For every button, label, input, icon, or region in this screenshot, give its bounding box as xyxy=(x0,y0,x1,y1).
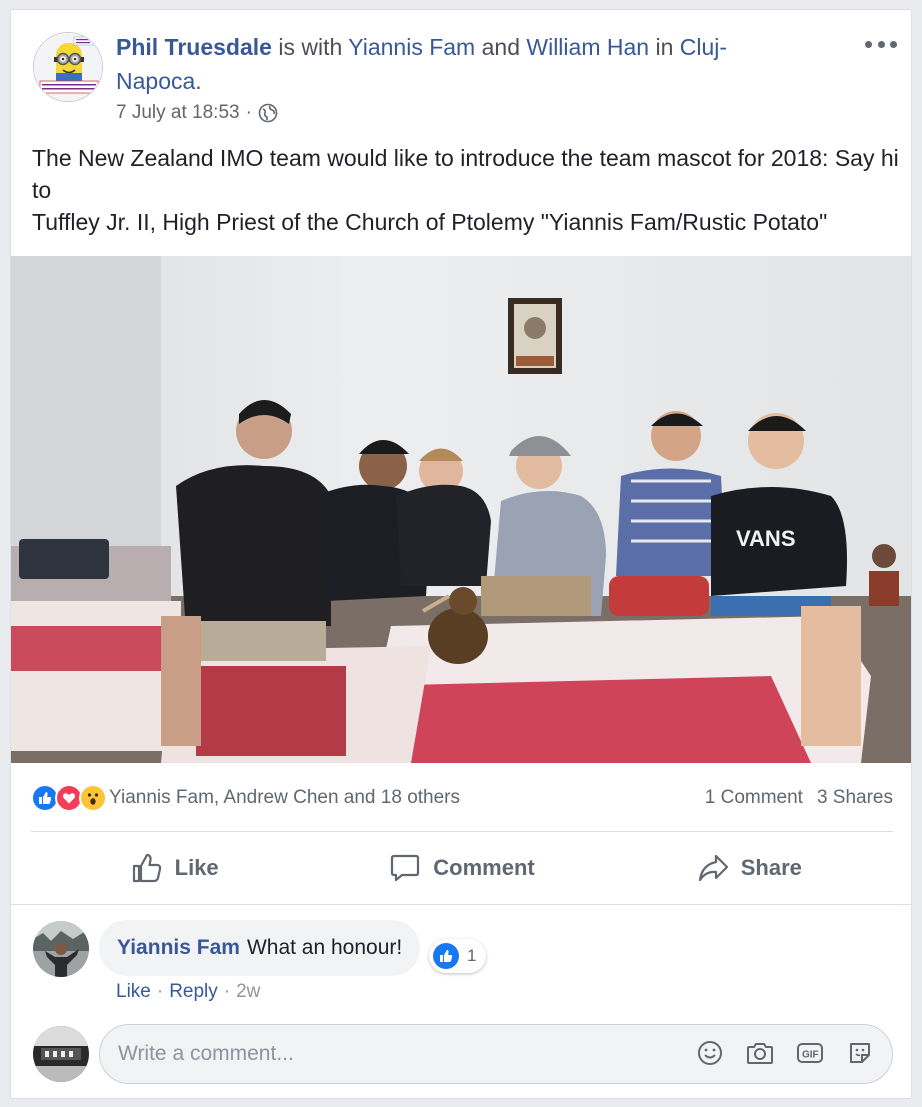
sticker-icon[interactable] xyxy=(846,1039,874,1067)
svg-text:GIF: GIF xyxy=(802,1050,819,1061)
like-icon xyxy=(433,943,459,969)
current-user-avatar[interactable] xyxy=(33,1026,89,1082)
comment-composer: GIF xyxy=(99,1024,893,1084)
comment-like-link[interactable]: Like xyxy=(116,981,151,1003)
composer-tools: GIF xyxy=(696,1039,874,1067)
reactors-link[interactable]: Yiannis Fam, Andrew Chen and 18 others xyxy=(109,787,705,809)
share-button-label: Share xyxy=(740,855,802,880)
header-period: . xyxy=(195,68,202,94)
camera-icon[interactable] xyxy=(746,1039,774,1067)
globe-icon[interactable] xyxy=(258,103,278,123)
share-arrow-icon xyxy=(697,852,729,884)
comment-reply-link[interactable]: Reply xyxy=(169,981,218,1003)
svg-text:VANS: VANS xyxy=(736,526,796,551)
like-button-label: Like xyxy=(174,855,219,880)
commenter-avatar[interactable] xyxy=(33,921,89,977)
author-avatar[interactable] xyxy=(33,32,103,102)
with-text: is with xyxy=(278,34,343,60)
comments-count-link[interactable]: 1 Comment xyxy=(705,787,803,809)
in-text: in xyxy=(655,34,674,60)
post-photo[interactable]: VANS xyxy=(11,256,911,763)
post-card: Phil Truesdale is with Yiannis Fam and W… xyxy=(10,9,912,1099)
author-name-link[interactable]: Phil Truesdale xyxy=(116,34,272,60)
engagement-counts: 1 Comment 3 Shares xyxy=(705,787,893,809)
gif-icon[interactable]: GIF xyxy=(796,1039,824,1067)
post-timestamp-link[interactable]: 7 July at 18:53 xyxy=(116,102,240,124)
comment-action-separator: · xyxy=(156,981,164,1002)
reactions-summary: Yiannis Fam, Andrew Chen and 18 others 1… xyxy=(31,782,893,814)
comment-like-badge[interactable]: 1 xyxy=(429,939,487,973)
like-button[interactable]: Like xyxy=(31,842,318,894)
post-body-text: The New Zealand IMO team would like to i… xyxy=(32,145,899,235)
tagged-user-link-2[interactable]: William Han xyxy=(526,34,649,60)
comment-button[interactable]: Comment xyxy=(318,842,605,894)
post-header: Phil Truesdale is with Yiannis Fam and W… xyxy=(116,30,796,98)
post-meta: 7 July at 18:53 · xyxy=(116,102,278,124)
comment-input[interactable] xyxy=(118,1039,678,1069)
comment-action-separator: · xyxy=(223,981,231,1002)
wow-icon xyxy=(79,784,107,812)
divider xyxy=(11,904,911,905)
comment-button-label: Comment xyxy=(433,855,535,880)
shares-count-link[interactable]: 3 Shares xyxy=(817,787,893,809)
comment-author-link[interactable]: Yiannis Fam xyxy=(117,936,240,960)
and-text: and xyxy=(481,34,520,60)
reaction-icons[interactable] xyxy=(31,784,107,812)
comment-age[interactable]: 2w xyxy=(236,981,260,1003)
comment-like-count: 1 xyxy=(467,946,477,965)
comment-bubble: Yiannis Fam What an honour! xyxy=(99,920,421,976)
meta-separator: · xyxy=(245,102,252,123)
comment-actions: Like · Reply · 2w xyxy=(116,981,260,1003)
tagged-user-link-1[interactable]: Yiannis Fam xyxy=(348,34,475,60)
share-button[interactable]: Share xyxy=(606,842,893,894)
post-actions: Like Comment Share xyxy=(31,842,893,894)
comment-text: What an honour! xyxy=(246,936,403,959)
more-options-icon[interactable] xyxy=(865,36,897,52)
thumbs-up-icon xyxy=(131,852,163,884)
speech-bubble-icon xyxy=(389,852,421,884)
emoji-icon[interactable] xyxy=(696,1039,724,1067)
divider xyxy=(31,831,893,832)
